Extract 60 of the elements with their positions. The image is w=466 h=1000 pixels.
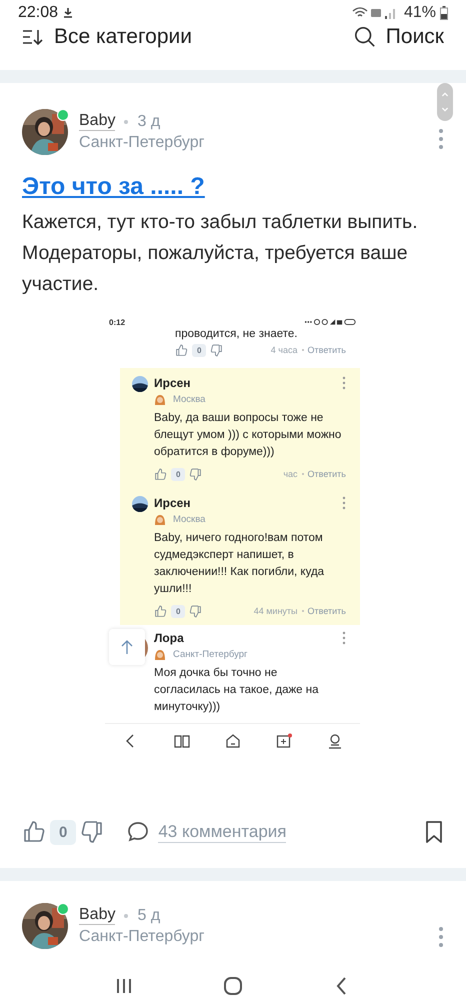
- post-text: Кажется, тут кто-то забыл таблетки выпить. Модераторы, пожалуйста, требуется ваше участие.: [22, 210, 419, 297]
- author-location: Санкт-Петербург: [173, 648, 248, 660]
- more-icon[interactable]: [342, 631, 346, 645]
- comment-icon[interactable]: [126, 820, 150, 844]
- home-icon[interactable]: [224, 733, 240, 749]
- vote-count: 0: [171, 604, 186, 618]
- author-name[interactable]: Baby: [79, 112, 116, 131]
- sort-icon: [22, 28, 44, 46]
- girl-icon: [154, 648, 166, 660]
- author-location: Санкт-Петербург: [79, 928, 206, 946]
- profile-icon[interactable]: [326, 733, 342, 749]
- author-name[interactable]: Baby: [79, 906, 116, 925]
- girl-icon: [154, 513, 166, 525]
- thumbs-down-icon[interactable]: [189, 468, 202, 480]
- comment-text: Baby, да ваши вопросы тоже не блещут умом ))) с которыми можно обратится в форуме))): [154, 411, 342, 460]
- thumbs-down-icon[interactable]: [80, 820, 104, 844]
- home-button-icon[interactable]: [222, 976, 243, 996]
- status-icons: [304, 318, 356, 326]
- search-icon: [354, 26, 376, 48]
- more-icon[interactable]: [342, 376, 346, 390]
- more-icon[interactable]: [438, 127, 444, 151]
- comment-text: Baby, ничего годного!вам потом судмедэксперт напишет, в заключении!!! Как погибли, куда ушли!!!: [154, 531, 326, 597]
- post-age: 5 д: [137, 906, 160, 924]
- status-time: 0:12: [109, 318, 126, 326]
- author-name[interactable]: Лора: [154, 631, 184, 645]
- author-name[interactable]: Ирсен: [154, 376, 191, 390]
- post-title[interactable]: Это что за ..... ?: [22, 173, 205, 201]
- comment-text: проводится, не знаете.: [175, 328, 298, 340]
- author-location: Москва: [173, 394, 206, 404]
- search-button[interactable]: Поиск: [354, 26, 444, 48]
- status-time: 22:08: [18, 4, 58, 22]
- scroll-top-button[interactable]: [109, 629, 145, 665]
- author-location: Москва: [173, 514, 206, 524]
- comment-time: час: [283, 469, 298, 479]
- comment-time: 44 минуты: [254, 606, 298, 616]
- more-icon[interactable]: [438, 925, 444, 949]
- scroll-handle[interactable]: [437, 83, 453, 121]
- inbox-icon[interactable]: [276, 733, 292, 749]
- vote-count: 0: [50, 820, 76, 844]
- battery-level: 41%: [404, 4, 436, 22]
- arrow-up-icon: [120, 639, 134, 655]
- thumbs-up-icon[interactable]: [154, 604, 167, 618]
- battery-icon: [440, 6, 448, 20]
- bookmark-icon[interactable]: [424, 820, 444, 844]
- category-filter-button[interactable]: Все категории: [22, 26, 192, 48]
- thumbs-up-icon[interactable]: [154, 468, 167, 480]
- author-location: Санкт-Петербург: [79, 134, 206, 152]
- thumbs-down-icon[interactable]: [189, 604, 202, 618]
- thumbs-up-icon[interactable]: [22, 820, 46, 844]
- author-name[interactable]: Ирсен: [154, 496, 191, 510]
- post-age: 3 д: [137, 112, 160, 130]
- book-icon[interactable]: [174, 733, 190, 749]
- comment-time: 4 часа: [270, 345, 298, 355]
- thumbs-up-icon[interactable]: [175, 344, 188, 356]
- vote-count: 0: [192, 344, 206, 356]
- more-icon[interactable]: [342, 496, 346, 510]
- thumbs-down-icon[interactable]: [210, 344, 224, 356]
- comment-text: Моя дочка бы точно не согласилась на такое, даже на минуточку))): [154, 666, 320, 715]
- girl-icon: [154, 393, 166, 405]
- vote-count: 0: [171, 468, 186, 480]
